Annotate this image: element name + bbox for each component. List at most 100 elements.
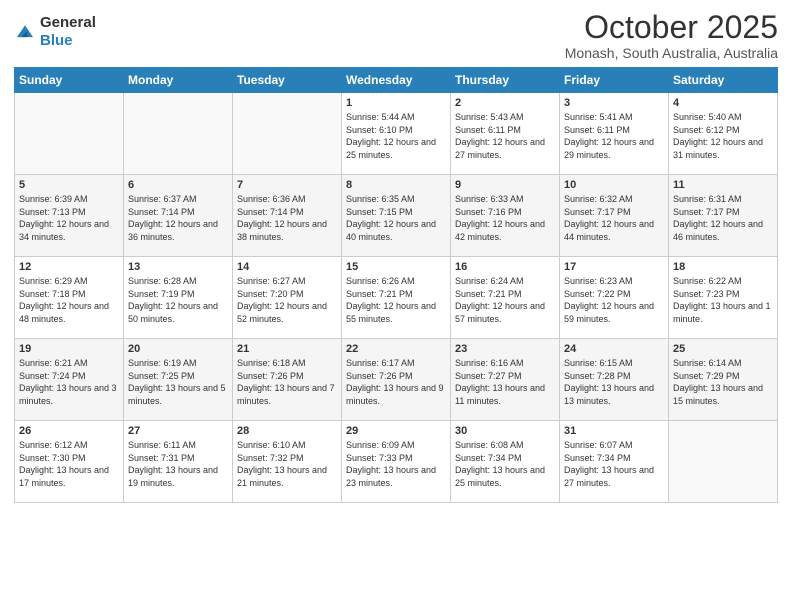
header: General Blue October 2025 Monash, South … bbox=[14, 10, 778, 61]
calendar-cell bbox=[124, 93, 233, 175]
day-info: Sunrise: 6:37 AM Sunset: 7:14 PM Dayligh… bbox=[128, 193, 228, 243]
calendar-cell: 23Sunrise: 6:16 AM Sunset: 7:27 PM Dayli… bbox=[451, 339, 560, 421]
calendar-cell: 25 Sunrise: 6:14 AM Sunset: 7:29 PM Dayli… bbox=[669, 339, 778, 421]
calendar-cell: 5 Sunrise: 6:39 AM Sunset: 7:13 PM Daylig… bbox=[15, 175, 124, 257]
calendar-cell bbox=[15, 93, 124, 175]
calendar-cell: 20 Sunrise: 6:19 AM Sunset: 7:25 PM Dayli… bbox=[124, 339, 233, 421]
calendar-cell: 6Sunrise: 6:37 AM Sunset: 7:14 PM Daylig… bbox=[124, 175, 233, 257]
calendar-cell: 14Sunrise: 6:27 AM Sunset: 7:20 PM Dayli… bbox=[233, 257, 342, 339]
day-number: 5 bbox=[19, 179, 119, 191]
day-number: 8 bbox=[346, 179, 446, 191]
day-number: 7 bbox=[237, 179, 337, 191]
day-info: Sunrise: 6:23 AM Sunset: 7:22 PM Dayligh… bbox=[564, 275, 664, 325]
day-number: 26 bbox=[19, 425, 119, 437]
day-number: 22 bbox=[346, 343, 446, 355]
day-info: Sunrise: 5:44 AM Sunset: 6:10 PM Dayligh… bbox=[346, 111, 446, 161]
calendar-cell: 17 Sunrise: 6:23 AM Sunset: 7:22 PM Dayli… bbox=[560, 257, 669, 339]
day-info: Sunrise: 6:29 AM Sunset: 7:18 PM Dayligh… bbox=[19, 275, 119, 325]
calendar-cell: 22Sunrise: 6:17 AM Sunset: 7:26 PM Dayli… bbox=[342, 339, 451, 421]
header-saturday: Saturday bbox=[669, 68, 778, 93]
day-number: 10 bbox=[564, 179, 664, 191]
calendar-week-row: 5 Sunrise: 6:39 AM Sunset: 7:13 PM Daylig… bbox=[15, 175, 778, 257]
calendar-cell: 11 Sunrise: 6:31 AM Sunset: 7:17 PM Dayli… bbox=[669, 175, 778, 257]
day-number: 4 bbox=[673, 97, 773, 109]
day-info: Sunrise: 6:19 AM Sunset: 7:25 PM Dayligh… bbox=[128, 357, 228, 407]
calendar-cell: 27 Sunrise: 6:11 AM Sunset: 7:31 PM Dayli… bbox=[124, 421, 233, 503]
day-info: Sunrise: 6:09 AM Sunset: 7:33 PM Dayligh… bbox=[346, 439, 446, 489]
calendar-week-row: 26 Sunrise: 6:12 AM Sunset: 7:30 PM Dayli… bbox=[15, 421, 778, 503]
logo-general: General bbox=[40, 14, 96, 31]
day-number: 23 bbox=[455, 343, 555, 355]
day-info: Sunrise: 6:26 AM Sunset: 7:21 PM Dayligh… bbox=[346, 275, 446, 325]
day-info: Sunrise: 6:32 AM Sunset: 7:17 PM Dayligh… bbox=[564, 193, 664, 243]
calendar-cell: 3Sunrise: 5:41 AM Sunset: 6:11 PM Daylig… bbox=[560, 93, 669, 175]
day-info: Sunrise: 6:12 AM Sunset: 7:30 PM Dayligh… bbox=[19, 439, 119, 489]
day-info: Sunrise: 6:39 AM Sunset: 7:13 PM Dayligh… bbox=[19, 193, 119, 243]
day-info: Sunrise: 6:08 AM Sunset: 7:34 PM Dayligh… bbox=[455, 439, 555, 489]
calendar-week-row: 1 Sunrise: 5:44 AM Sunset: 6:10 PM Daylig… bbox=[15, 93, 778, 175]
calendar-cell: 16 Sunrise: 6:24 AM Sunset: 7:21 PM Dayli… bbox=[451, 257, 560, 339]
calendar-cell: 15 Sunrise: 6:26 AM Sunset: 7:21 PM Dayli… bbox=[342, 257, 451, 339]
day-info: Sunrise: 6:18 AM Sunset: 7:26 PM Dayligh… bbox=[237, 357, 337, 407]
day-number: 24 bbox=[564, 343, 664, 355]
day-number: 18 bbox=[673, 261, 773, 273]
day-number: 25 bbox=[673, 343, 773, 355]
calendar-header-row: Sunday Monday Tuesday Wednesday Thursday… bbox=[15, 68, 778, 93]
location-title: Monash, South Australia, Australia bbox=[565, 45, 778, 61]
day-info: Sunrise: 6:22 AM Sunset: 7:23 PM Dayligh… bbox=[673, 275, 773, 325]
calendar-cell: 31 Sunrise: 6:07 AM Sunset: 7:34 PM Dayli… bbox=[560, 421, 669, 503]
day-info: Sunrise: 6:15 AM Sunset: 7:28 PM Dayligh… bbox=[564, 357, 664, 407]
logo-icon bbox=[14, 21, 36, 43]
header-friday: Friday bbox=[560, 68, 669, 93]
day-number: 9 bbox=[455, 179, 555, 191]
header-sunday: Sunday bbox=[15, 68, 124, 93]
day-info: Sunrise: 5:40 AM Sunset: 6:12 PM Dayligh… bbox=[673, 111, 773, 161]
day-info: Sunrise: 6:28 AM Sunset: 7:19 PM Dayligh… bbox=[128, 275, 228, 325]
calendar-cell: 21 Sunrise: 6:18 AM Sunset: 7:26 PM Dayli… bbox=[233, 339, 342, 421]
day-number: 29 bbox=[346, 425, 446, 437]
day-number: 11 bbox=[673, 179, 773, 191]
day-info: Sunrise: 6:21 AM Sunset: 7:24 PM Dayligh… bbox=[19, 357, 119, 407]
calendar-cell: 12Sunrise: 6:29 AM Sunset: 7:18 PM Dayli… bbox=[15, 257, 124, 339]
logo-blue: Blue bbox=[40, 32, 73, 49]
day-number: 16 bbox=[455, 261, 555, 273]
calendar-cell: 30 Sunrise: 6:08 AM Sunset: 7:34 PM Dayli… bbox=[451, 421, 560, 503]
day-info: Sunrise: 6:11 AM Sunset: 7:31 PM Dayligh… bbox=[128, 439, 228, 489]
calendar-cell bbox=[669, 421, 778, 503]
page: General Blue October 2025 Monash, South … bbox=[0, 0, 792, 612]
day-number: 1 bbox=[346, 97, 446, 109]
calendar-week-row: 19 Sunrise: 6:21 AM Sunset: 7:24 PM Dayli… bbox=[15, 339, 778, 421]
day-number: 21 bbox=[237, 343, 337, 355]
header-tuesday: Tuesday bbox=[233, 68, 342, 93]
calendar-cell: 8 Sunrise: 6:35 AM Sunset: 7:15 PM Daylig… bbox=[342, 175, 451, 257]
day-info: Sunrise: 6:07 AM Sunset: 7:34 PM Dayligh… bbox=[564, 439, 664, 489]
day-info: Sunrise: 6:35 AM Sunset: 7:15 PM Dayligh… bbox=[346, 193, 446, 243]
day-info: Sunrise: 6:33 AM Sunset: 7:16 PM Dayligh… bbox=[455, 193, 555, 243]
day-number: 20 bbox=[128, 343, 228, 355]
calendar-cell: 4 Sunrise: 5:40 AM Sunset: 6:12 PM Daylig… bbox=[669, 93, 778, 175]
day-number: 31 bbox=[564, 425, 664, 437]
day-number: 30 bbox=[455, 425, 555, 437]
calendar-cell: 24 Sunrise: 6:15 AM Sunset: 7:28 PM Dayli… bbox=[560, 339, 669, 421]
header-monday: Monday bbox=[124, 68, 233, 93]
calendar-cell: 10 Sunrise: 6:32 AM Sunset: 7:17 PM Dayli… bbox=[560, 175, 669, 257]
calendar-cell: 9 Sunrise: 6:33 AM Sunset: 7:16 PM Daylig… bbox=[451, 175, 560, 257]
calendar-cell: 1 Sunrise: 5:44 AM Sunset: 6:10 PM Daylig… bbox=[342, 93, 451, 175]
day-number: 15 bbox=[346, 261, 446, 273]
day-number: 19 bbox=[19, 343, 119, 355]
month-title: October 2025 bbox=[565, 10, 778, 45]
day-number: 17 bbox=[564, 261, 664, 273]
day-info: Sunrise: 5:41 AM Sunset: 6:11 PM Dayligh… bbox=[564, 111, 664, 161]
day-info: Sunrise: 6:14 AM Sunset: 7:29 PM Dayligh… bbox=[673, 357, 773, 407]
day-info: Sunrise: 6:24 AM Sunset: 7:21 PM Dayligh… bbox=[455, 275, 555, 325]
day-info: Sunrise: 6:31 AM Sunset: 7:17 PM Dayligh… bbox=[673, 193, 773, 243]
logo-text: General Blue bbox=[40, 14, 96, 50]
day-number: 13 bbox=[128, 261, 228, 273]
calendar-cell bbox=[233, 93, 342, 175]
day-number: 27 bbox=[128, 425, 228, 437]
title-area: October 2025 Monash, South Australia, Au… bbox=[565, 10, 778, 61]
calendar-cell: 29 Sunrise: 6:09 AM Sunset: 7:33 PM Dayli… bbox=[342, 421, 451, 503]
day-info: Sunrise: 6:27 AM Sunset: 7:20 PM Dayligh… bbox=[237, 275, 337, 325]
calendar-table: Sunday Monday Tuesday Wednesday Thursday… bbox=[14, 67, 778, 503]
calendar-cell: 2Sunrise: 5:43 AM Sunset: 6:11 PM Daylig… bbox=[451, 93, 560, 175]
